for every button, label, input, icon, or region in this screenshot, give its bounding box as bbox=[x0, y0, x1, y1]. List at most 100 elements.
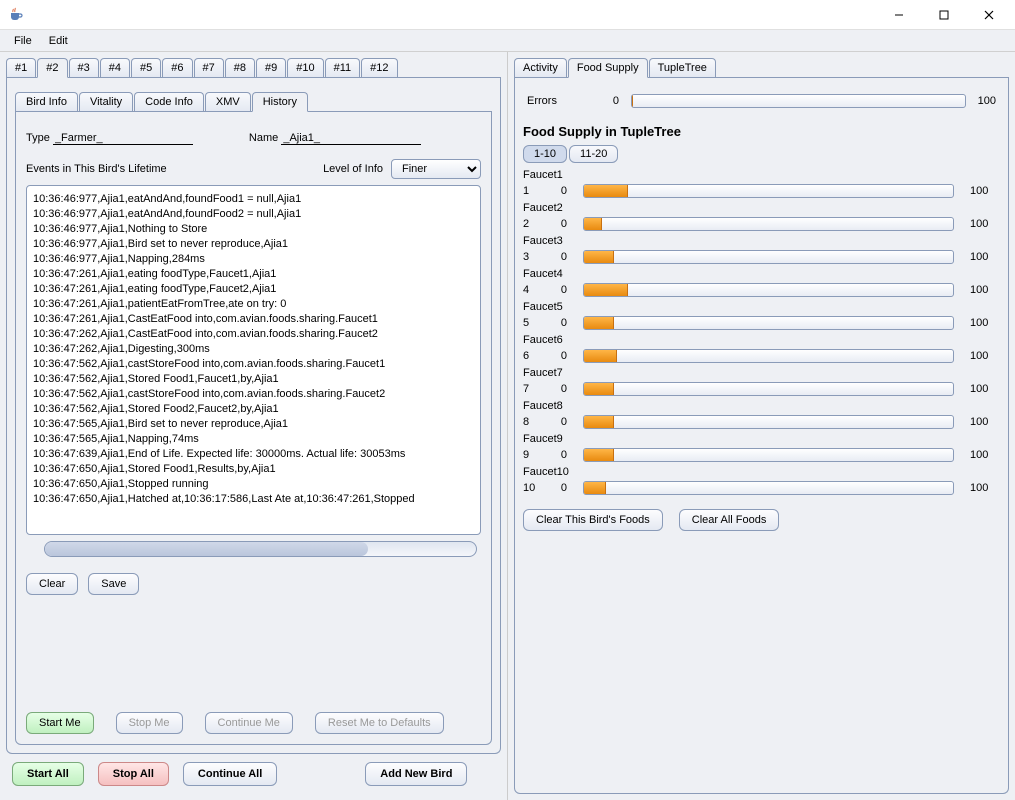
log-line: 10:36:47:562,Ajia1,castStoreFood into,co… bbox=[33, 387, 474, 402]
bird-tab-7[interactable]: #7 bbox=[194, 58, 224, 77]
log-line: 10:36:47:261,Ajia1,eating foodType,Fauce… bbox=[33, 267, 474, 282]
bird-tab-3[interactable]: #3 bbox=[69, 58, 99, 77]
faucet-min: 0 bbox=[553, 449, 567, 461]
faucet-label: Faucet4 bbox=[523, 268, 1000, 280]
window-maximize-button[interactable] bbox=[921, 0, 966, 30]
window-close-button[interactable] bbox=[966, 0, 1011, 30]
faucet-progress bbox=[583, 217, 954, 231]
faucet-min: 0 bbox=[553, 251, 567, 263]
faucet-max: 100 bbox=[970, 416, 1000, 428]
log-horizontal-scrollbar[interactable] bbox=[44, 541, 477, 557]
faucet-max: 100 bbox=[970, 251, 1000, 263]
log-line: 10:36:46:977,Ajia1,Napping,284ms bbox=[33, 252, 474, 267]
right-tab-activity[interactable]: Activity bbox=[514, 58, 567, 77]
bird-tab-10[interactable]: #10 bbox=[287, 58, 323, 77]
faucet-min: 0 bbox=[553, 317, 567, 329]
log-line: 10:36:47:565,Ajia1,Bird set to never rep… bbox=[33, 417, 474, 432]
faucet-progress bbox=[583, 250, 954, 264]
start-me-button[interactable]: Start Me bbox=[26, 712, 94, 734]
faucet-index: 1 bbox=[523, 185, 541, 197]
stop-me-button[interactable]: Stop Me bbox=[116, 712, 183, 734]
bird-tab-11[interactable]: #11 bbox=[325, 58, 361, 77]
bird-tab-5[interactable]: #5 bbox=[131, 58, 161, 77]
faucet-max: 100 bbox=[970, 218, 1000, 230]
window-titlebar bbox=[0, 0, 1015, 30]
faucet-label: Faucet1 bbox=[523, 169, 1000, 181]
faucet-index: 8 bbox=[523, 416, 541, 428]
faucet-min: 0 bbox=[553, 416, 567, 428]
window-minimize-button[interactable] bbox=[876, 0, 921, 30]
faucet-label: Faucet5 bbox=[523, 301, 1000, 313]
clear-bird-foods-button[interactable]: Clear This Bird's Foods bbox=[523, 509, 663, 531]
bird-tab-6[interactable]: #6 bbox=[162, 58, 192, 77]
continue-me-button[interactable]: Continue Me bbox=[205, 712, 293, 734]
log-line: 10:36:47:262,Ajia1,Digesting,300ms bbox=[33, 342, 474, 357]
event-log[interactable]: 10:36:46:977,Ajia1,eatAndAnd,foundFood1 … bbox=[26, 185, 481, 535]
log-line: 10:36:46:977,Ajia1,Bird set to never rep… bbox=[33, 237, 474, 252]
faucet-progress bbox=[583, 382, 954, 396]
faucet-label: Faucet9 bbox=[523, 433, 1000, 445]
bird-detail-tabs: Bird InfoVitalityCode InfoXMVHistory bbox=[15, 92, 492, 111]
name-field[interactable] bbox=[281, 132, 421, 145]
menu-file[interactable]: File bbox=[6, 33, 40, 49]
faucet-index: 2 bbox=[523, 218, 541, 230]
bird-tab-4[interactable]: #4 bbox=[100, 58, 130, 77]
type-field[interactable] bbox=[53, 132, 193, 145]
faucet-max: 100 bbox=[970, 317, 1000, 329]
right-tab-tupletree[interactable]: TupleTree bbox=[649, 58, 716, 77]
level-combo[interactable]: Finer bbox=[391, 159, 481, 179]
start-all-button[interactable]: Start All bbox=[12, 762, 84, 786]
right-tab-food-supply[interactable]: Food Supply bbox=[568, 58, 648, 78]
detail-tab-xmv[interactable]: XMV bbox=[205, 92, 251, 111]
detail-tab-bird-info[interactable]: Bird Info bbox=[15, 92, 78, 111]
faucet-6: Faucet660100 bbox=[523, 334, 1000, 363]
faucet-label: Faucet10 bbox=[523, 466, 1000, 478]
errors-max: 100 bbox=[978, 95, 996, 107]
add-new-bird-button[interactable]: Add New Bird bbox=[365, 762, 467, 786]
type-label: Type bbox=[26, 132, 50, 144]
errors-label: Errors bbox=[527, 95, 557, 107]
name-label: Name bbox=[249, 132, 278, 144]
faucet-progress bbox=[583, 184, 954, 198]
log-line: 10:36:47:650,Ajia1,Hatched at,10:36:17:5… bbox=[33, 492, 474, 507]
log-line: 10:36:47:261,Ajia1,eating foodType,Fauce… bbox=[33, 282, 474, 297]
faucet-index: 7 bbox=[523, 383, 541, 395]
faucet-label: Faucet7 bbox=[523, 367, 1000, 379]
bird-tab-2[interactable]: #2 bbox=[37, 58, 67, 78]
continue-all-button[interactable]: Continue All bbox=[183, 762, 277, 786]
reset-me-button[interactable]: Reset Me to Defaults bbox=[315, 712, 444, 734]
save-button[interactable]: Save bbox=[88, 573, 139, 595]
faucet-min: 0 bbox=[553, 482, 567, 494]
faucet-max: 100 bbox=[970, 383, 1000, 395]
java-cup-icon bbox=[8, 7, 24, 23]
faucet-progress bbox=[583, 481, 954, 495]
bird-tab-9[interactable]: #9 bbox=[256, 58, 286, 77]
faucet-progress bbox=[583, 349, 954, 363]
menubar: File Edit bbox=[0, 30, 1015, 52]
log-line: 10:36:47:261,Ajia1,CastEatFood into,com.… bbox=[33, 312, 474, 327]
detail-tab-vitality[interactable]: Vitality bbox=[79, 92, 133, 111]
clear-button[interactable]: Clear bbox=[26, 573, 78, 595]
menu-edit[interactable]: Edit bbox=[41, 33, 76, 49]
log-line: 10:36:47:261,Ajia1,patientEatFromTree,at… bbox=[33, 297, 474, 312]
stop-all-button[interactable]: Stop All bbox=[98, 762, 169, 786]
log-line: 10:36:47:262,Ajia1,CastEatFood into,com.… bbox=[33, 327, 474, 342]
bird-tab-12[interactable]: #12 bbox=[361, 58, 397, 77]
log-line: 10:36:46:977,Ajia1,eatAndAnd,foundFood1 … bbox=[33, 192, 474, 207]
log-line: 10:36:46:977,Ajia1,eatAndAnd,foundFood2 … bbox=[33, 207, 474, 222]
range-tabs: 1-1011-20 bbox=[523, 145, 1000, 163]
bird-tabs: #1#2#3#4#5#6#7#8#9#10#11#12 bbox=[6, 58, 501, 78]
faucet-max: 100 bbox=[970, 284, 1000, 296]
clear-all-foods-button[interactable]: Clear All Foods bbox=[679, 509, 780, 531]
errors-value: 0 bbox=[569, 95, 619, 107]
supply-title: Food Supply in TupleTree bbox=[523, 124, 1000, 139]
faucet-label: Faucet8 bbox=[523, 400, 1000, 412]
bird-tab-1[interactable]: #1 bbox=[6, 58, 36, 77]
detail-tab-code-info[interactable]: Code Info bbox=[134, 92, 204, 111]
bird-tab-8[interactable]: #8 bbox=[225, 58, 255, 77]
faucet-label: Faucet6 bbox=[523, 334, 1000, 346]
range-tab-1-10[interactable]: 1-10 bbox=[523, 145, 567, 163]
detail-tab-history[interactable]: History bbox=[252, 92, 308, 112]
faucet-3: Faucet330100 bbox=[523, 235, 1000, 264]
range-tab-11-20[interactable]: 11-20 bbox=[569, 145, 618, 163]
